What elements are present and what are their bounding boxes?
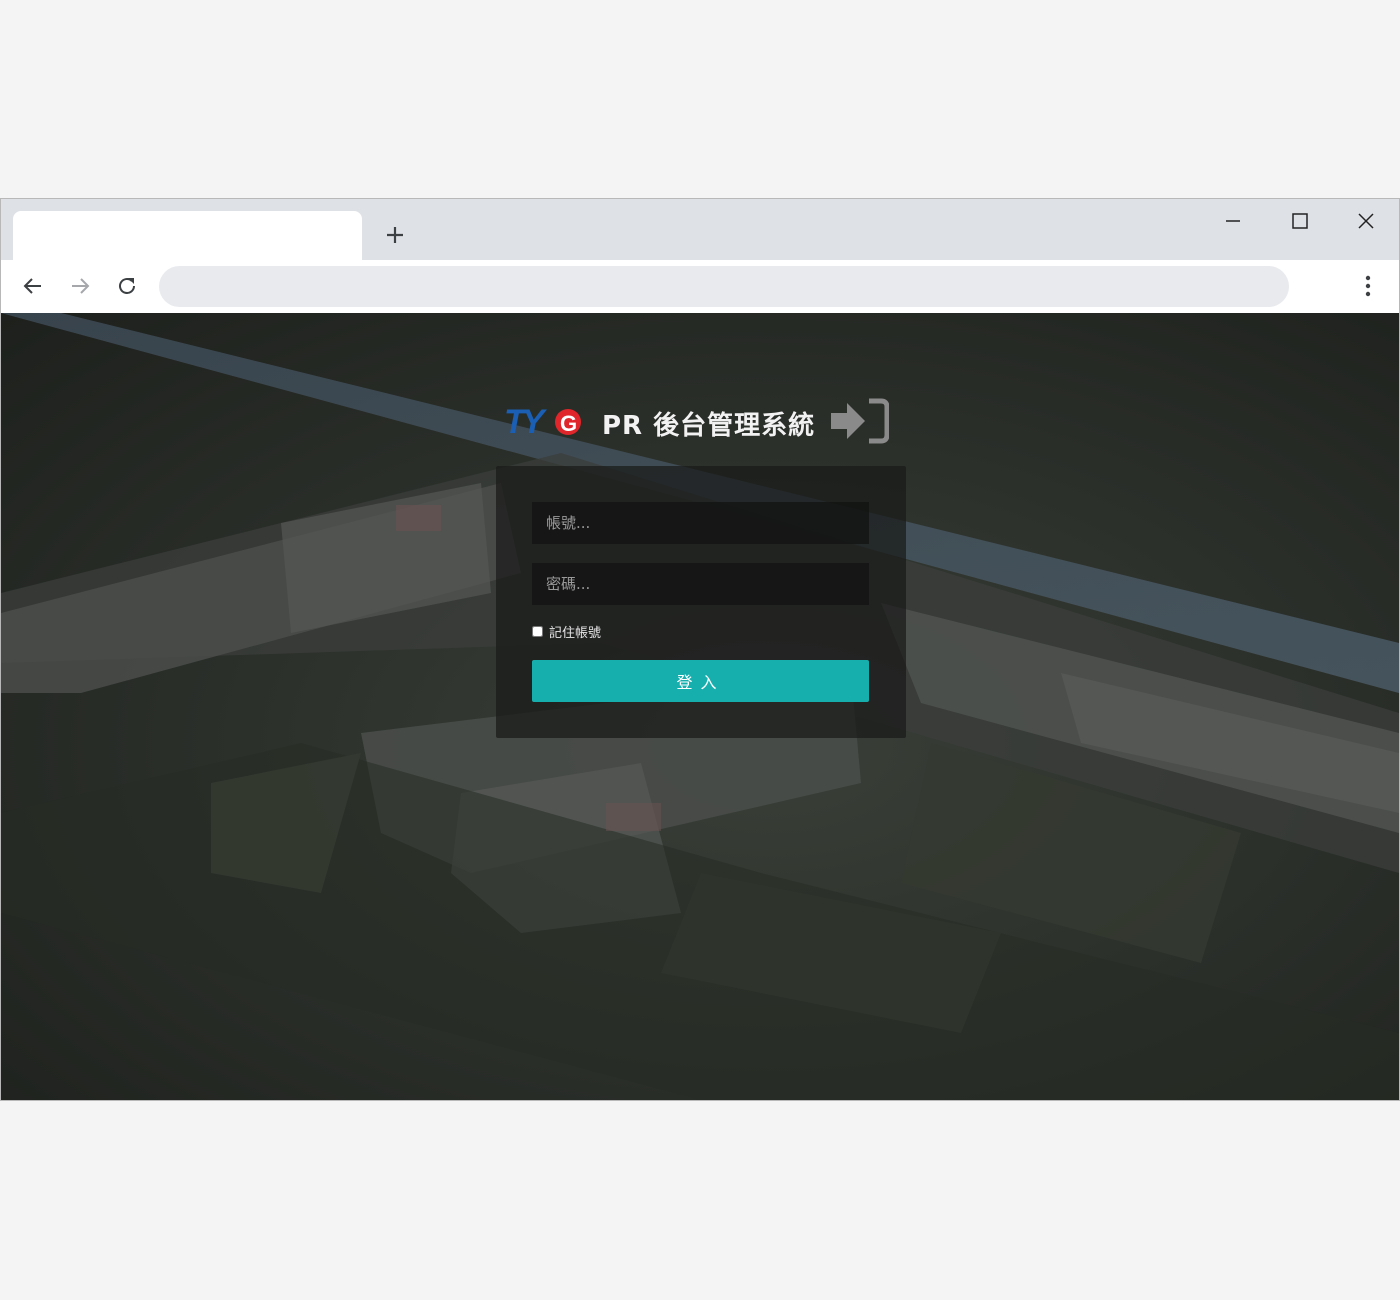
remember-label: 記住帳號 [549, 626, 602, 641]
address-bar[interactable] [159, 266, 1289, 307]
forward-button[interactable] [65, 271, 95, 301]
username-input[interactable] [532, 502, 869, 544]
plus-icon [387, 227, 403, 243]
login-button[interactable]: 登入 [532, 660, 869, 702]
tyg-logo: TY G [504, 403, 581, 437]
maximize-icon [1292, 213, 1308, 229]
more-vertical-icon [1365, 275, 1371, 297]
minimize-button[interactable] [1215, 207, 1251, 235]
site-title: PR 後台管理系統 [602, 411, 816, 441]
page-viewport: TY G PR 後台管理系統 記住帳號 登入 [1, 313, 1399, 1100]
active-tab[interactable] [13, 211, 362, 260]
new-tab-button[interactable] [381, 221, 409, 249]
remember-checkbox[interactable] [532, 626, 543, 637]
reload-icon [119, 278, 135, 294]
close-icon [1358, 213, 1374, 229]
close-window-button[interactable] [1348, 207, 1384, 235]
back-arrow-icon [23, 278, 41, 294]
reload-button[interactable] [112, 271, 142, 301]
maximize-button[interactable] [1282, 207, 1318, 235]
svg-text:TY: TY [504, 403, 548, 437]
minimize-icon [1226, 220, 1240, 222]
remember-account[interactable]: 記住帳號 [532, 622, 601, 641]
forward-arrow-icon [72, 278, 90, 294]
browser-menu-button[interactable] [1353, 271, 1383, 301]
svg-text:G: G [560, 411, 577, 436]
tab-strip [1, 199, 1399, 260]
browser-window: TY G PR 後台管理系統 記住帳號 登入 [0, 198, 1400, 1101]
login-panel: 記住帳號 登入 [496, 466, 906, 738]
sign-in-icon [831, 398, 889, 444]
browser-toolbar [1, 260, 1399, 313]
brand-header: TY G PR 後台管理系統 [504, 397, 904, 449]
password-input[interactable] [532, 563, 869, 605]
back-button[interactable] [18, 271, 48, 301]
